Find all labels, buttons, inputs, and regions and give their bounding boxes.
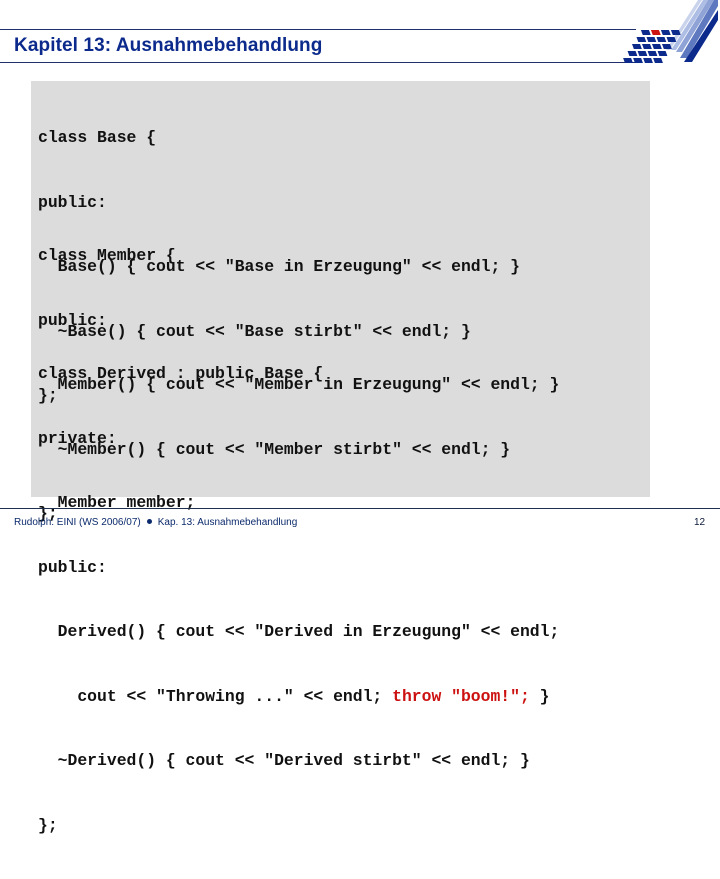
logo-cell [632, 44, 642, 49]
code-line: }; [38, 815, 58, 835]
code-block-derived: class Derived : public Base { private: M… [38, 320, 559, 879]
logo-cell [636, 37, 647, 42]
logo-cell [660, 30, 671, 35]
logo-cell [633, 58, 643, 63]
code-listing: class Base { public: Base() { cout << "B… [31, 81, 650, 835]
logo-cell [640, 30, 651, 35]
footer-rule [0, 508, 720, 509]
code-line-throw: cout << "Throwing ..." << endl; throw "b… [38, 686, 559, 708]
page-number: 12 [694, 517, 706, 528]
code-line: class Member { [38, 246, 176, 265]
logo-cell [643, 58, 653, 63]
logo-cell [650, 30, 661, 35]
bullet-separator-icon [146, 519, 152, 525]
code-line: class Base { [38, 128, 157, 147]
logo-cell [653, 58, 663, 63]
logo-cell [652, 44, 662, 49]
code-text: } [529, 686, 550, 706]
code-line: Derived() { cout << "Derived in Erzeugun… [38, 622, 560, 641]
logo-cell [637, 51, 648, 56]
footer-chapter: Kap. 13: Ausnahmebehandlung [157, 517, 298, 528]
header-rule-top [0, 29, 636, 30]
logo-cell [623, 58, 633, 63]
code-line: ~Derived() { cout << "Derived stirbt" <<… [38, 751, 530, 770]
logo-cell [642, 44, 652, 49]
code-text: cout << "Throwing ..." << endl; [38, 686, 393, 706]
header-rule-bottom [0, 62, 640, 63]
footer-citation: Rudolph: EINI (WS 2006/07) Kap. 13: Ausna… [14, 517, 297, 528]
footer-course: Rudolph: EINI (WS 2006/07) [14, 517, 141, 528]
logo-cell [656, 37, 667, 42]
code-line: Member member; [38, 493, 196, 512]
code-line: class Derived : public Base { [38, 364, 324, 383]
logo-cell [657, 51, 668, 56]
logo-cell [647, 51, 658, 56]
code-line: private: [38, 428, 117, 448]
university-logo-icon [623, 0, 718, 63]
throw-statement-highlight: throw "boom!"; [392, 686, 530, 706]
logo-cell [627, 51, 638, 56]
code-line: public: [38, 557, 107, 577]
logo-cell [646, 37, 657, 42]
slide-title: Kapitel 13: Ausnahmebehandlung [14, 35, 323, 56]
